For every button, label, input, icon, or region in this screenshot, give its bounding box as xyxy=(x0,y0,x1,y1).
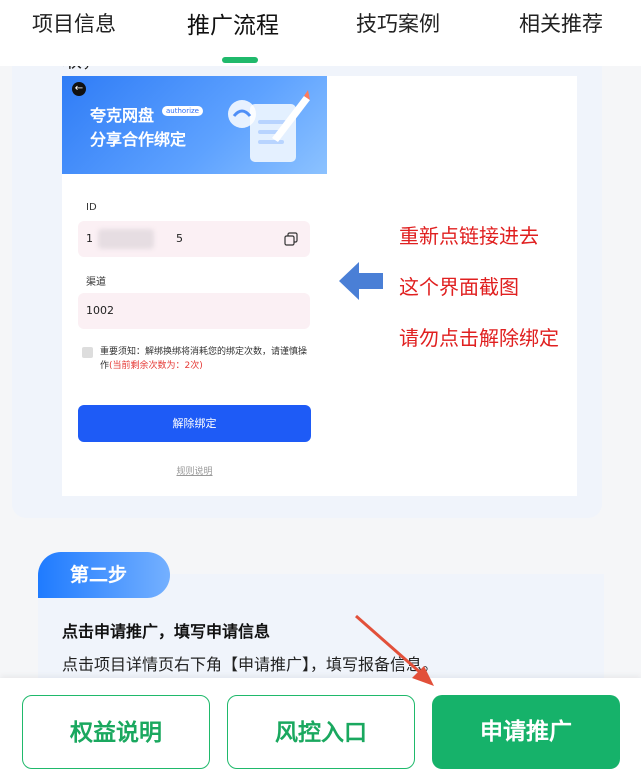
copy-icon xyxy=(284,232,298,246)
bottom-action-bar: 权益说明 风控入口 申请推广 xyxy=(0,678,641,773)
back-arrow-icon: ← xyxy=(72,82,86,96)
unbind-button: 解除绑定 xyxy=(78,405,311,442)
red-pointer-arrow-icon xyxy=(355,614,434,686)
notice-text: 重要须知：解绑换绑将消耗您的绑定次数，请谨慎操作(当前剩余次数为：2次) xyxy=(100,345,310,373)
id-field: 1 5 xyxy=(78,221,310,257)
id-value-end: 5 xyxy=(176,232,183,245)
risk-control-button[interactable]: 风控入口 xyxy=(227,695,415,769)
notice-checkbox xyxy=(82,347,93,358)
authorize-badge: authorize xyxy=(162,106,203,116)
apply-promotion-button[interactable]: 申请推广 xyxy=(432,695,620,769)
id-redaction xyxy=(98,229,154,249)
blue-left-arrow-icon xyxy=(339,262,383,300)
channel-label: 渠道 xyxy=(86,277,106,288)
id-value-start: 1 xyxy=(86,232,93,245)
step2-title: 点击申请推广，填写申请信息 xyxy=(62,622,271,641)
annotation-line-2: 这个界面截图 xyxy=(399,275,519,299)
annotation-line-1: 重新点链接进去 xyxy=(399,224,539,248)
tab-tips-cases[interactable]: 技巧案例 xyxy=(356,8,440,38)
id-label: ID xyxy=(86,202,97,213)
active-tab-indicator xyxy=(222,57,258,63)
tab-project-info[interactable]: 项目信息 xyxy=(32,8,116,38)
step2-badge: 第二步 xyxy=(38,552,170,598)
rights-description-button[interactable]: 权益说明 xyxy=(22,695,210,769)
banner-subtitle: 分享合作绑定 xyxy=(90,130,187,149)
document-illustration-icon xyxy=(228,90,310,162)
tab-promotion-process[interactable]: 推广流程 xyxy=(187,6,279,40)
channel-field: 1002 xyxy=(78,293,310,329)
notice-remaining: (当前剩余次数为：2次) xyxy=(109,361,203,371)
channel-value: 1002 xyxy=(86,304,114,317)
tab-related-recommend[interactable]: 相关推荐 xyxy=(519,8,603,38)
tab-bar: 项目信息 推广流程 技巧案例 相关推荐 xyxy=(0,0,641,66)
screenshot-banner: ← 夸克网盘 authorize 分享合作绑定 xyxy=(62,76,327,174)
annotation-line-3: 请勿点击解除绑定 xyxy=(399,326,559,350)
banner-title: 夸克网盘 xyxy=(90,106,155,125)
rules-link: 规则说明 xyxy=(176,467,213,477)
